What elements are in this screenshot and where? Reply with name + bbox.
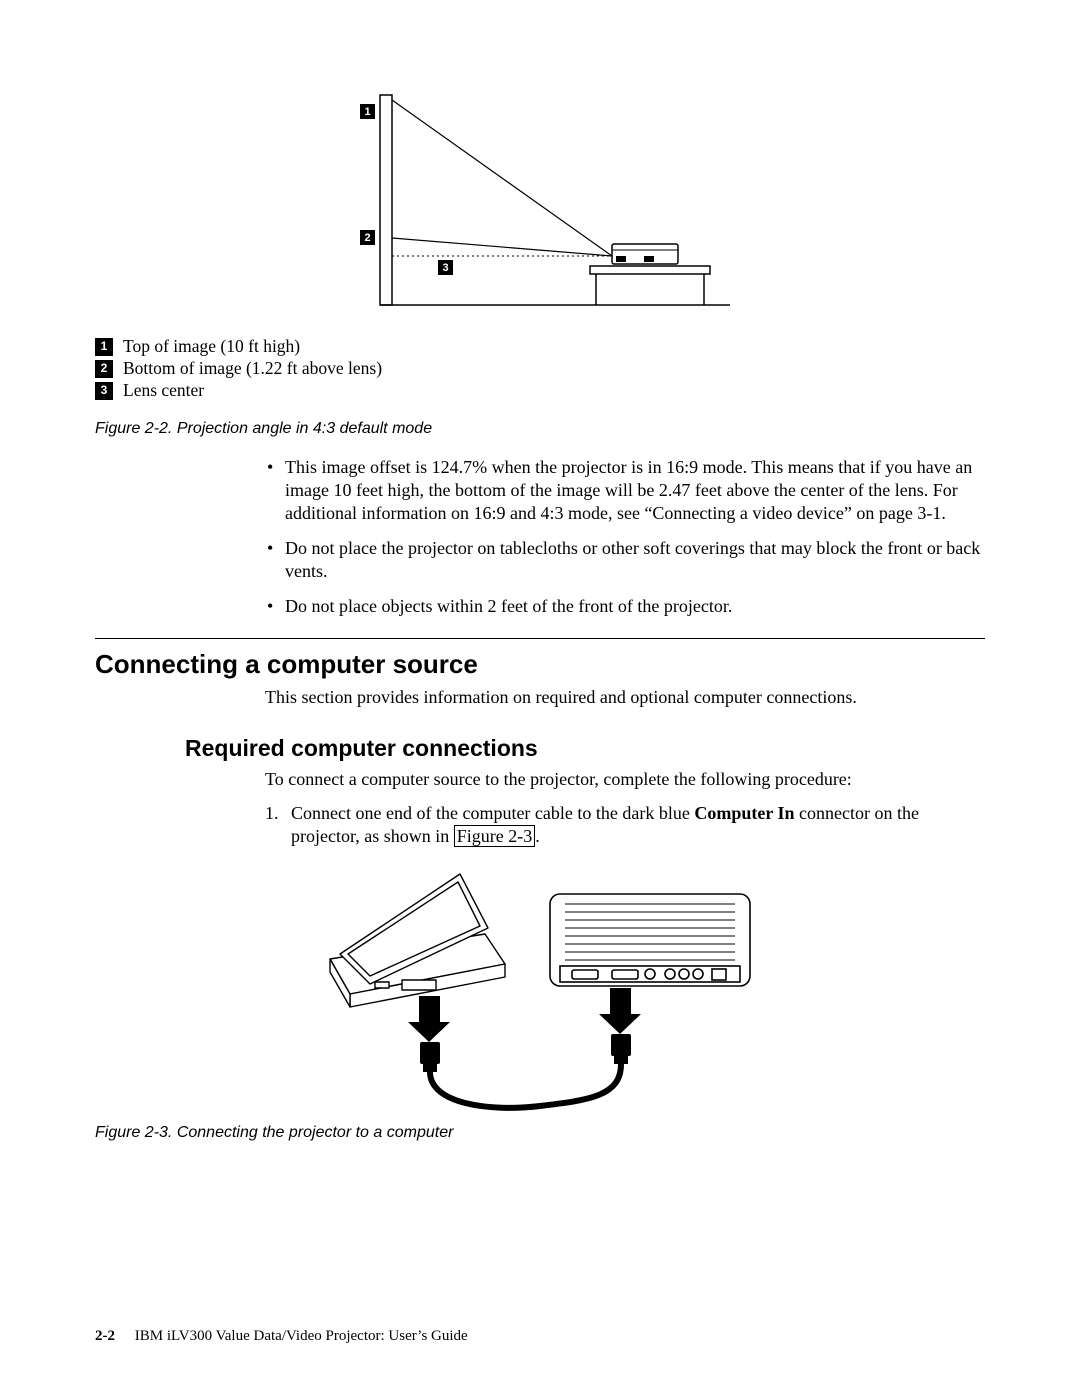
legend-text: Lens center <box>123 380 204 402</box>
procedure-step-1: 1. Connect one end of the computer cable… <box>265 802 985 849</box>
footer-title: IBM iLV300 Value Data/Video Projector: U… <box>135 1328 468 1344</box>
bullet-item: Do not place the projector on tablecloth… <box>265 537 985 583</box>
legend-item: 2 Bottom of image (1.22 ft above lens) <box>95 358 985 380</box>
page: 1 2 3 1 Top of image (10 ft high) 2 Bott… <box>0 0 1080 1397</box>
figure-2-2-legend: 1 Top of image (10 ft high) 2 Bottom of … <box>95 336 985 402</box>
heading-connecting-computer-source: Connecting a computer source <box>95 649 985 680</box>
bullet-item: Do not place objects within 2 feet of th… <box>265 595 985 618</box>
section-divider <box>95 638 985 639</box>
procedure-list: 1. Connect one end of the computer cable… <box>265 802 985 849</box>
step-text-bold: Computer In <box>694 803 794 823</box>
figure-2-3-diagram <box>95 864 985 1114</box>
legend-item: 3 Lens center <box>95 380 985 402</box>
page-number: 2-2 <box>95 1328 115 1344</box>
bullet-item: This image offset is 124.7% when the pro… <box>265 456 985 525</box>
page-footer: 2-2 IBM iLV300 Value Data/Video Projecto… <box>95 1328 468 1345</box>
heading-required-connections: Required computer connections <box>185 735 985 762</box>
svg-text:2: 2 <box>364 232 370 244</box>
section-intro: This section provides information on req… <box>265 686 985 709</box>
body-text: This image offset is 124.7% when the pro… <box>265 456 985 618</box>
legend-num-icon: 2 <box>95 360 113 378</box>
svg-text:1: 1 <box>364 106 370 118</box>
legend-num-icon: 3 <box>95 382 113 400</box>
figure-2-2-caption: Figure 2-2. Projection angle in 4:3 defa… <box>95 420 985 438</box>
legend-text: Bottom of image (1.22 ft above lens) <box>123 358 382 380</box>
step-number: 1. <box>265 802 279 825</box>
figure-reference-link[interactable]: Figure 2-3 <box>454 825 536 847</box>
step-text-post: . <box>535 826 540 846</box>
legend-num-icon: 1 <box>95 338 113 356</box>
subsection-intro: To connect a computer source to the proj… <box>265 768 985 791</box>
step-text-pre: Connect one end of the computer cable to… <box>291 803 694 823</box>
svg-text:3: 3 <box>442 262 448 274</box>
figure-2-2-diagram: 1 2 3 <box>95 80 985 330</box>
legend-item: 1 Top of image (10 ft high) <box>95 336 985 358</box>
figure-2-3-caption: Figure 2-3. Connecting the projector to … <box>95 1124 985 1142</box>
legend-text: Top of image (10 ft high) <box>123 336 300 358</box>
